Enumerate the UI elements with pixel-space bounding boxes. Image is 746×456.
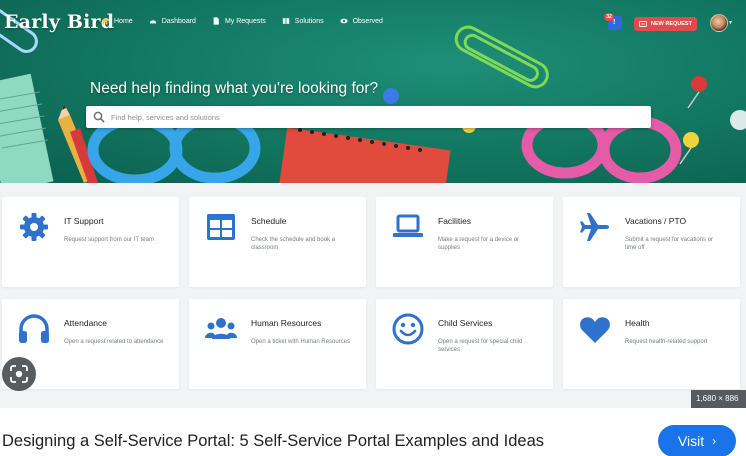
card-description: Request support from our IT team [64,237,154,243]
nav-observed[interactable]: Observed [339,17,383,25]
new-request-button[interactable]: NEW REQUEST [634,17,697,31]
nav-observed-label: Observed [352,17,383,25]
card-schedule[interactable]: Schedule Check the schedule and book a c… [189,197,366,287]
nav-my-requests[interactable]: My Requests [212,17,266,25]
card-description: Open a request for special child service… [438,339,523,353]
nav-my-requests-label: My Requests [224,17,266,25]
card-vacations-pto[interactable]: Vacations / PTO Submit a request for vac… [563,197,740,287]
search-bar [86,106,651,128]
heart-icon [580,317,610,343]
nav-dashboard-label: Dashboard [161,17,196,25]
main-nav: Home Dashboard My Requests Solutions Obs… [101,17,399,25]
search-icon [93,111,105,123]
laptop-icon [393,214,423,237]
notification-count-badge: 32 [604,13,614,21]
eye-icon [339,18,348,24]
nav-solutions[interactable]: Solutions [282,17,324,25]
card-child-services[interactable]: Child Services Open a request for specia… [376,299,553,389]
card-title: Health [625,318,650,328]
nav-dashboard[interactable]: Dashboard [149,17,196,25]
visit-label: Visit [677,433,705,449]
headphones-icon [19,314,49,343]
card-description: Open a request related to attendance [64,339,164,345]
schedule-grid-icon [207,214,235,240]
card-health[interactable]: Health Request health-related support [563,299,740,389]
app-logo[interactable]: Early Bird [4,11,114,33]
image-dimensions: 1,680 × 886 [691,390,746,408]
nav-solutions-label: Solutions [294,17,324,25]
nav-home[interactable]: Home [101,17,133,25]
book-icon [282,18,289,24]
home-icon [101,17,109,25]
card-title: Facilities [438,216,472,226]
card-title: Attendance [64,318,108,328]
card-it-support[interactable]: IT Support Request support from our IT t… [2,197,179,287]
card-title: IT Support [64,216,104,226]
portal-screenshot[interactable]: Early Bird Home Dashboard My Requests So… [0,0,746,408]
people-icon [205,318,237,339]
search-input[interactable] [111,106,641,128]
smiley-icon [392,313,424,345]
result-caption[interactable]: Designing a Self-Service Portal: 5 Self-… [2,432,544,451]
card-title: Schedule [251,216,287,226]
gear-icon [20,213,48,241]
card-human-resources[interactable]: Human Resources Open a ticket with Human… [189,299,366,389]
avatar[interactable] [710,14,728,32]
ticket-icon [639,21,647,27]
notification-glyph: ! [613,19,616,26]
card-description: Check the schedule and book a classroom [251,237,336,251]
chevron-down-icon[interactable]: ▾ [729,19,732,26]
lens-icon [10,365,28,383]
card-description: Submit a request for vacations or time o… [625,237,714,251]
search-result-preview: Early Bird Home Dashboard My Requests So… [0,0,746,456]
card-title: Child Services [438,318,493,328]
card-description: Request health-related support [625,339,708,345]
dashboard-icon [149,20,156,24]
chevron-right-icon: › [712,434,717,448]
card-title: Vacations / PTO [625,216,687,226]
card-description: Make a request for a device or supplies [438,237,520,251]
nav-home-label: Home [114,17,133,25]
new-request-label: NEW REQUEST [651,21,692,27]
card-title: Human Resources [251,318,322,328]
lens-search-button[interactable] [2,357,36,391]
document-icon [213,17,219,25]
card-facilities[interactable]: Facilities Make a request for a device o… [376,197,553,287]
hero-banner: Early Bird Home Dashboard My Requests So… [0,0,746,183]
visit-button[interactable]: Visit › [658,425,736,456]
card-description: Open a ticket with Human Resources [251,339,351,345]
airplane-icon [580,213,609,241]
top-navbar: Early Bird Home Dashboard My Requests So… [0,0,746,40]
hero-title: Need help finding what you're looking fo… [90,80,379,97]
